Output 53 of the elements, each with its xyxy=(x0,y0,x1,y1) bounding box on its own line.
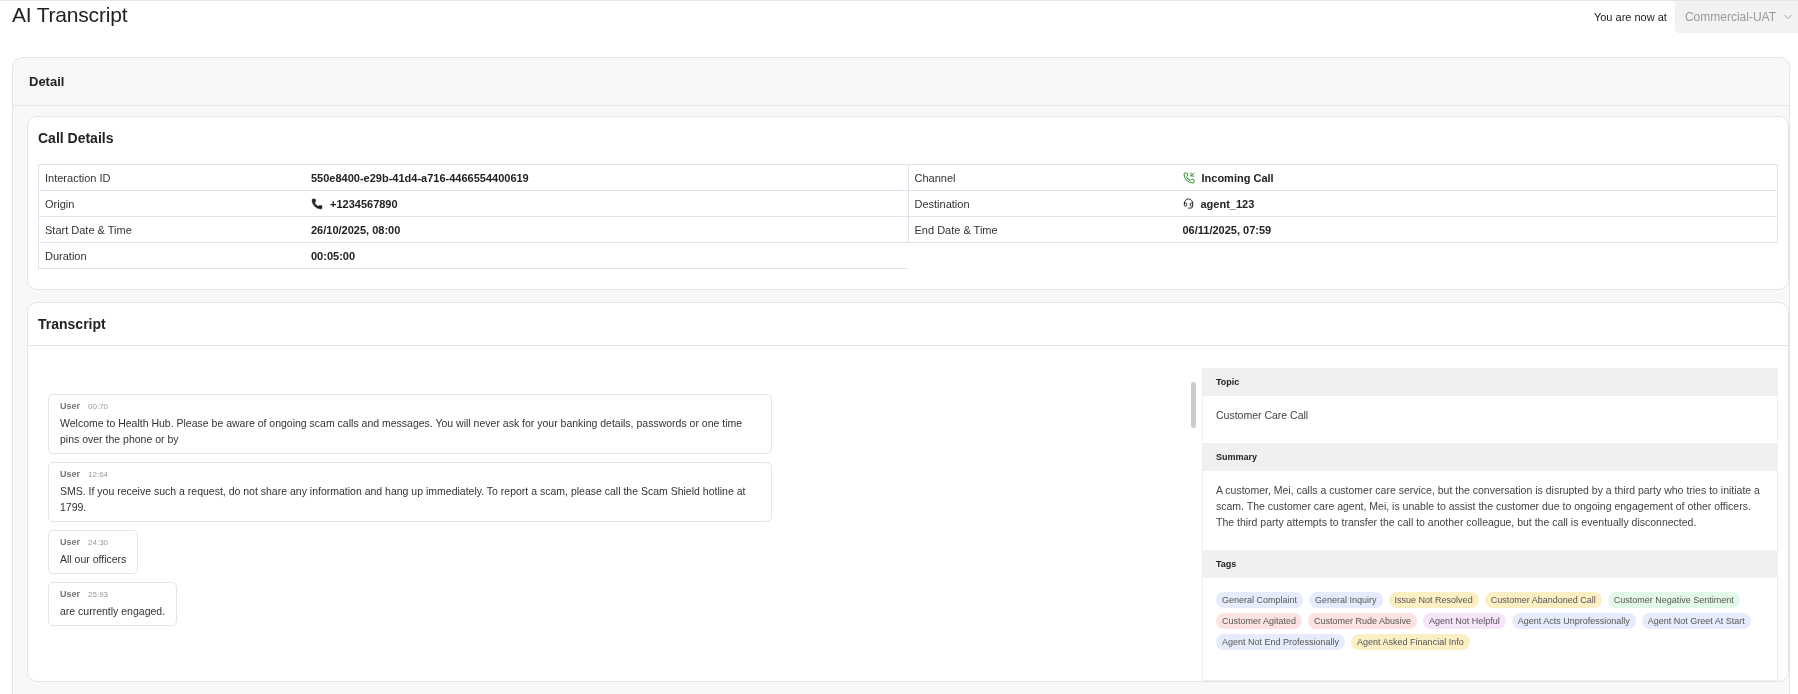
scrollbar[interactable] xyxy=(1191,382,1196,428)
field-value: 00:05:00 xyxy=(311,249,357,262)
message-time: 24:30 xyxy=(88,538,109,547)
field-label: Interaction ID xyxy=(44,171,112,184)
field-label: Origin xyxy=(44,197,76,210)
summary-text: A customer, Mei, calls a customer care service, but the conversation is disrupted by a third party who tries to initiate a scam. The customer care agent, Mei, is unable to assist the customer due to ongoing engagement of other officers. The third party attempts to transfer the call to another colleague, but the call is eventually disconnected. xyxy=(1215,483,1761,530)
tag: Agent Not End Professionally xyxy=(1216,634,1346,650)
page-title: AI Transcript xyxy=(12,3,128,27)
incoming-call-icon xyxy=(1182,171,1195,184)
tag: General Inquiry xyxy=(1309,592,1383,608)
field-label: Destination xyxy=(913,197,971,210)
field-label: End Date & Time xyxy=(913,223,999,236)
message-time: 25:93 xyxy=(88,590,109,599)
tag: Issue Not Resolved xyxy=(1388,592,1479,608)
speaker-name: User xyxy=(60,401,80,411)
tag: General Complaint xyxy=(1216,592,1304,608)
section-heading: Topic xyxy=(1203,368,1777,396)
panel-title: Detail xyxy=(13,58,1789,106)
headset-icon xyxy=(1182,198,1194,209)
field-label: Channel xyxy=(913,171,957,184)
phone-icon xyxy=(311,197,323,210)
environment-select[interactable]: Commercial-UAT xyxy=(1674,1,1798,33)
message-time: 12:64 xyxy=(88,470,109,479)
card-title: Transcript xyxy=(37,315,107,334)
tag: Agent Not Greet At Start xyxy=(1641,613,1751,629)
message-text: SMS. If you receive such a request, do not share any information and hang up immediately. To report a scam, please call the Scam Shield hotline at 1799. xyxy=(60,484,747,515)
field-label: Duration xyxy=(44,249,88,262)
field-value: agent_123 xyxy=(1182,197,1777,210)
field-value: 26/10/2025, 08:00 xyxy=(311,223,402,236)
field-value: Incoming Call xyxy=(1182,171,1777,184)
message-text: are currently engaged. xyxy=(60,604,166,619)
field-value: 06/11/2025, 07:59 xyxy=(1182,223,1273,236)
message-text: Welcome to Health Hub. Please be aware of ongoing scam calls and messages. You will never ask for your banking details, passwords or one time pins over the phone or by xyxy=(60,416,744,447)
field-label: Start Date & Time xyxy=(44,223,133,236)
tag: Agent Not Helpful xyxy=(1423,613,1506,629)
tag: Customer Negative Sentiment xyxy=(1607,592,1740,608)
speaker-name: User xyxy=(60,589,80,599)
card-title: Call Details xyxy=(37,129,115,148)
message-time: 00:70 xyxy=(88,402,109,411)
message-text: All our officers xyxy=(60,552,127,567)
field-value: 550e8400-e29b-41d4-a716-4466554400619 xyxy=(311,171,530,184)
tag: Customer Rude Abusive xyxy=(1308,613,1418,629)
topic-text: Customer Care Call xyxy=(1215,408,1310,423)
speaker-name: User xyxy=(60,537,80,547)
tag: Agent Acts Unprofessionally xyxy=(1511,613,1636,629)
field-value: +1234567890 xyxy=(311,197,908,210)
section-heading: Tags xyxy=(1203,550,1777,578)
section-heading: Summary xyxy=(1203,443,1777,471)
speaker-name: User xyxy=(60,469,80,479)
tag: Customer Agitated xyxy=(1216,613,1303,629)
tag: Customer Abandoned Call xyxy=(1484,592,1602,608)
tag: Agent Asked Financial Info xyxy=(1351,634,1470,650)
environment-label: You are now at xyxy=(1593,11,1667,23)
